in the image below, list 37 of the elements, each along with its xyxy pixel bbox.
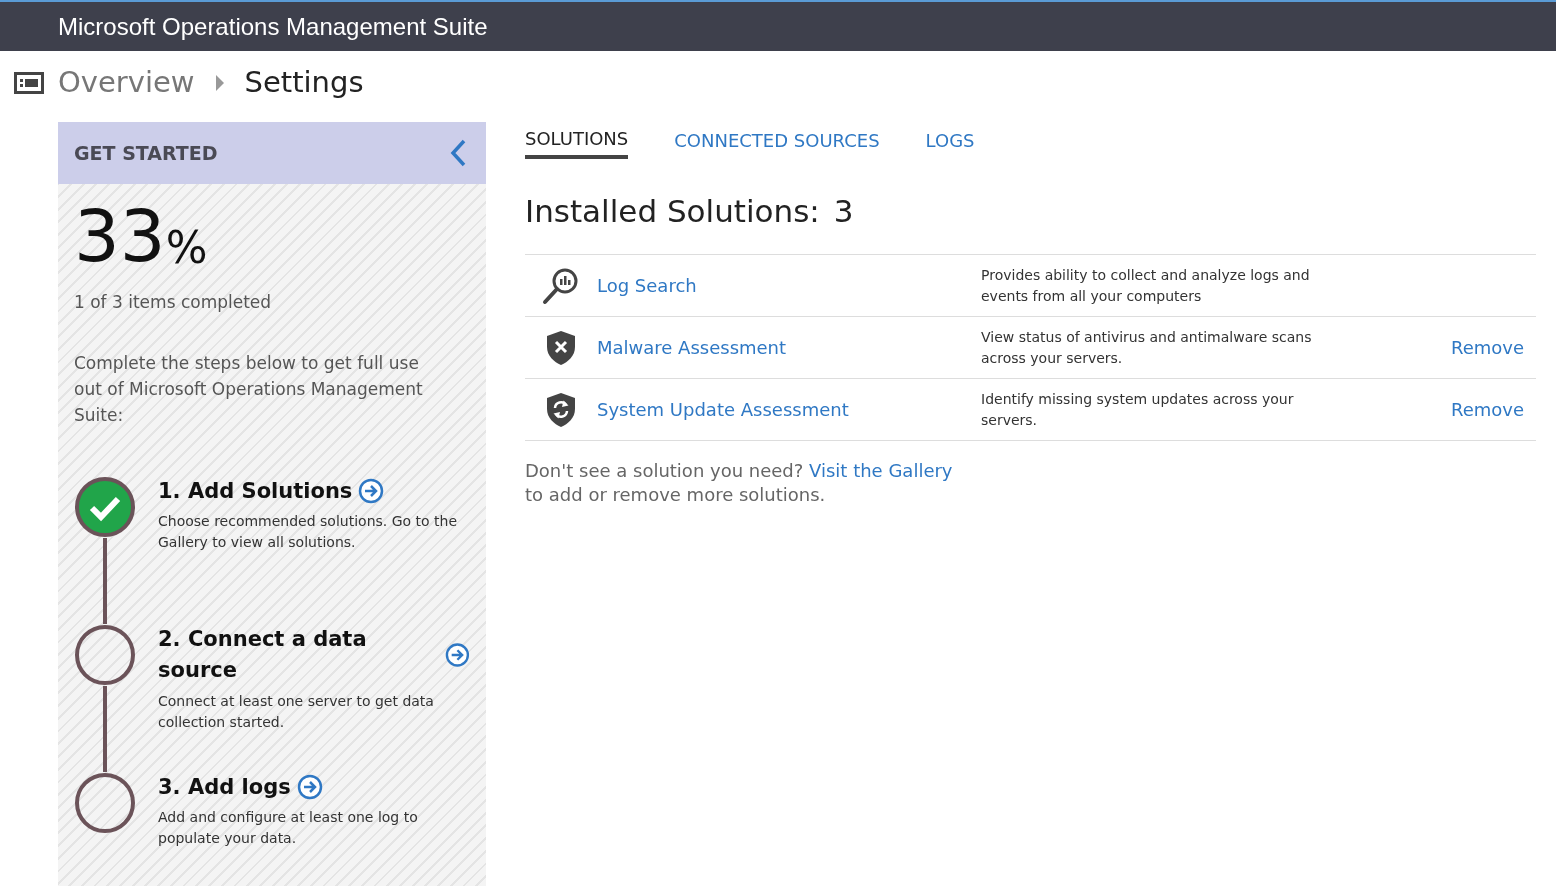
solution-link[interactable]: Malware Assessment	[597, 334, 981, 361]
progress-text: 1 of 3 items completed	[74, 291, 273, 314]
shield-x-icon	[544, 328, 578, 367]
chevron-left-icon	[450, 139, 466, 167]
remove-link[interactable]: Remove	[1450, 334, 1524, 361]
solution-link[interactable]: Log Search	[597, 272, 981, 299]
step-title[interactable]: 3. Add logs	[158, 771, 291, 803]
step-title[interactable]: 1. Add Solutions	[158, 475, 353, 507]
remove-link[interactable]: Remove	[1450, 396, 1524, 423]
installed-count: 3	[833, 192, 854, 231]
step-description: Connect at least one server to get data collection started.	[158, 691, 435, 732]
breadcrumb-link[interactable]: Overview	[58, 61, 195, 105]
solution-link[interactable]: System Update Assessment	[597, 396, 981, 423]
arrow-circle-icon[interactable]	[358, 478, 385, 505]
panel-title: GET STARTED	[74, 140, 218, 166]
step-description: Add and configure at least one log to populate your data.	[158, 808, 419, 848]
tab[interactable]: LOGS	[925, 122, 975, 159]
dashboard-icon[interactable]	[14, 72, 44, 94]
chevron-right-icon	[214, 75, 225, 91]
arrow-circle-icon[interactable]	[445, 642, 470, 668]
tab[interactable]: SOLUTIONS	[525, 122, 629, 159]
shield-refresh-icon	[544, 390, 578, 429]
arrow-circle-icon[interactable]	[296, 774, 323, 801]
app-title: Microsoft Operations Management Suite	[58, 11, 488, 42]
gallery-note: Don't see a solution you need? Visit the Gallery to add or remove more solutions.	[525, 459, 954, 507]
intro-text: Complete the steps below to get full use out of Microsoft Operations Management Suite:	[74, 351, 424, 427]
step-description: Choose recommended solutions. Go to the Gallery to view all solutions.	[158, 512, 458, 552]
gallery-link[interactable]: Visit the Gallery	[809, 460, 953, 481]
progress-percent: 33	[74, 200, 166, 272]
solution-description: Identify missing system updates across your servers.	[981, 389, 1295, 430]
tab[interactable]: CONNECTED SOURCES	[674, 122, 880, 159]
solution-description: Provides ability to collect and analyze logs and events from all your computers	[981, 265, 1311, 306]
percent-sign: %	[165, 226, 208, 270]
installed-label: Installed Solutions:	[525, 192, 820, 231]
solution-description: View status of antivirus and antimalware scans across your servers.	[981, 327, 1313, 368]
step-title[interactable]: 2. Connect a data source	[158, 623, 440, 687]
page-title: Settings	[244, 64, 364, 102]
